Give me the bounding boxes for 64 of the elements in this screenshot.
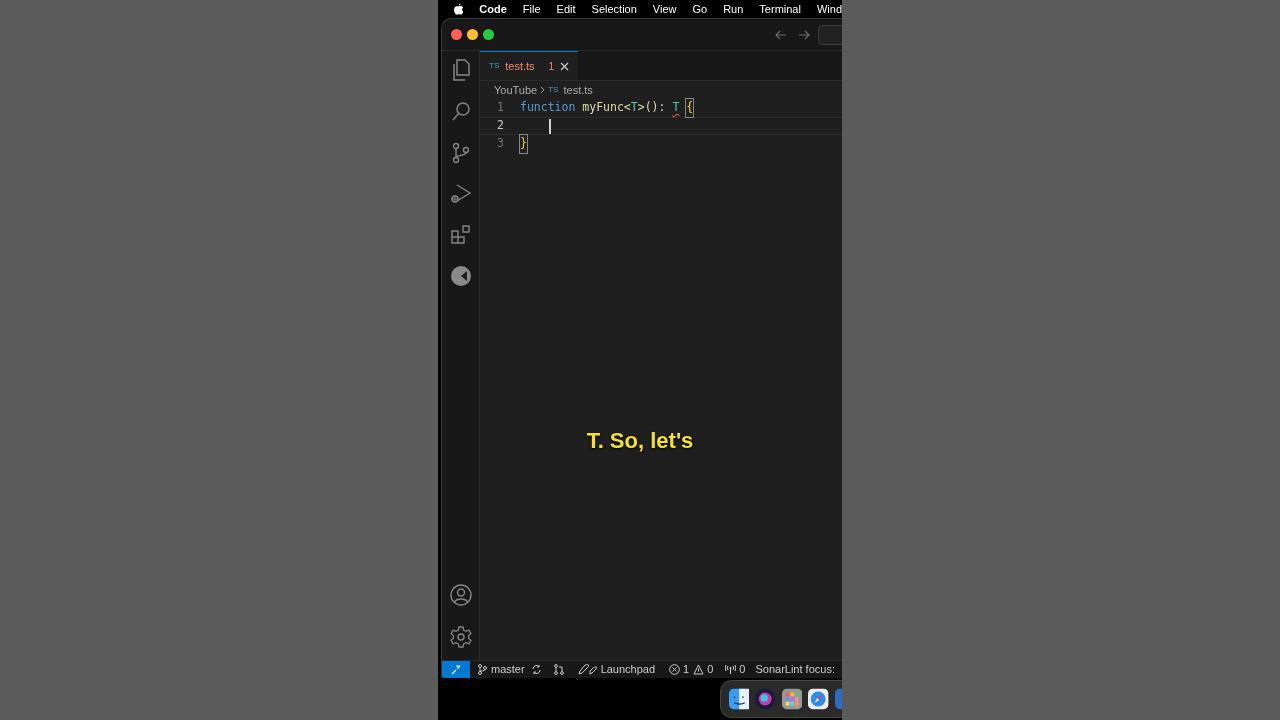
back-arrow-icon[interactable] (775, 29, 787, 40)
code-token: } (520, 135, 527, 153)
branch-icon[interactable] (478, 664, 487, 675)
sync-icon[interactable] (530, 664, 542, 675)
account-icon[interactable] (449, 584, 472, 606)
run-debug-icon[interactable] (449, 183, 472, 205)
line-number: 3 (496, 135, 505, 153)
siri-icon[interactable] (755, 688, 776, 710)
compass-icon[interactable] (808, 688, 829, 710)
launchpad-icon[interactable] (781, 688, 803, 710)
settings-icon[interactable] (449, 626, 472, 648)
menu-item[interactable]: File (522, 0, 541, 18)
menu-item[interactable]: Go (692, 0, 708, 18)
line-number: 1 (496, 99, 505, 117)
forward-arrow-icon[interactable] (798, 29, 810, 40)
launchpad-status[interactable]: Launchpad (600, 661, 656, 678)
branch-name[interactable]: master (491, 661, 525, 678)
remote-icon (451, 664, 461, 675)
code-token: >() (637, 99, 659, 117)
breadcrumb-file[interactable]: test.ts (563, 81, 593, 99)
extensions-icon[interactable] (449, 224, 472, 246)
app-icon[interactable] (834, 688, 842, 710)
files-icon[interactable] (450, 59, 471, 81)
menu-item[interactable]: Terminal (759, 0, 801, 18)
code-token: function (520, 99, 577, 117)
line-number: 2 (496, 117, 505, 135)
menu-item[interactable]: Wind (816, 0, 842, 18)
warning-icon[interactable] (693, 664, 705, 675)
chevron-icon (540, 86, 546, 94)
menu-item[interactable]: View (652, 0, 677, 18)
port-count[interactable]: 0 (739, 661, 746, 678)
minimize-window-button[interactable] (467, 29, 478, 40)
app-menu[interactable]: Code (479, 0, 507, 18)
menu-item[interactable]: Edit (556, 0, 576, 18)
search-icon[interactable] (450, 101, 471, 121)
source-control-icon[interactable] (451, 142, 470, 164)
editor-tab[interactable]: TS test.ts 1 (480, 51, 579, 80)
error-count[interactable]: 1 (683, 661, 690, 678)
menu-item[interactable]: Selection (591, 0, 637, 18)
warning-count[interactable]: 0 (707, 661, 714, 678)
zoom-window-button[interactable] (483, 29, 494, 40)
problem-count: 1 (548, 59, 555, 74)
code-token: : (658, 99, 667, 117)
caption: T. So, let's (585, 427, 695, 455)
error-icon[interactable] (669, 664, 681, 675)
code-token: { (686, 99, 694, 117)
language-label: TS (548, 84, 559, 96)
pull-request-icon[interactable] (553, 664, 564, 675)
code-token: T (630, 99, 638, 117)
menu-item[interactable]: Run (723, 0, 744, 18)
close-window-button[interactable] (451, 29, 462, 40)
antenna-icon[interactable] (725, 664, 737, 675)
close-icon[interactable] (560, 61, 570, 71)
code-token: T (672, 99, 680, 117)
command-center-field[interactable] (818, 24, 842, 45)
code-token: < (623, 99, 631, 117)
breadcrumb-folder[interactable]: YouTube (494, 81, 538, 99)
code-token: myFunc (582, 99, 624, 117)
finder-icon[interactable] (729, 688, 750, 710)
sonarlint-status[interactable]: SonarLint focus: (755, 661, 835, 678)
gauge-icon[interactable] (449, 265, 472, 287)
tab-label: test.ts (505, 58, 535, 74)
apple-logo-icon[interactable] (454, 3, 464, 15)
language-label: TS (489, 60, 500, 72)
